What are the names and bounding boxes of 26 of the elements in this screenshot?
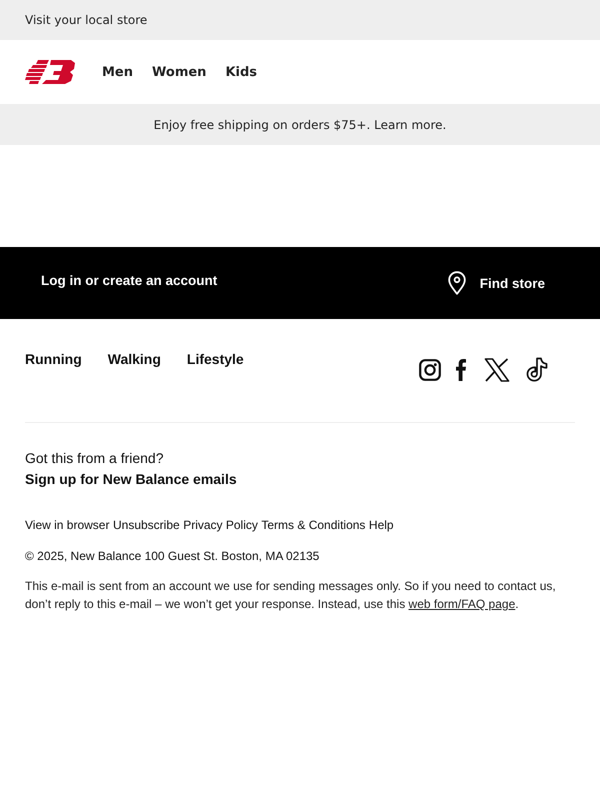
nav-link[interactable]: Kids — [225, 64, 258, 80]
map-pin-icon — [448, 271, 466, 295]
footer-link[interactable]: Help — [368, 517, 394, 533]
find-store-link[interactable]: Find store — [448, 271, 545, 295]
music-note-icon[interactable] — [526, 357, 548, 382]
faq-link[interactable]: web form/FAQ page — [408, 597, 516, 611]
store-link[interactable]: Visit your local store — [25, 13, 148, 27]
category-link[interactable]: Running — [25, 350, 82, 368]
nav-link[interactable]: Women — [152, 64, 206, 80]
disclaimer-text: This e-mail is sent from an account we use for sending messages only. So if you need to contact us, don’t reply to this e-mail – we won’t get your response. Instead, use this web form/FAQ page. — [25, 578, 557, 613]
camera-icon[interactable] — [419, 358, 441, 380]
category-link[interactable]: Lifestyle — [186, 350, 244, 368]
footer-link[interactable]: Terms & Conditions — [261, 517, 366, 533]
footer-link[interactable]: Unsubscribe — [112, 517, 180, 533]
login-link[interactable]: Log in or create an account — [41, 272, 218, 288]
footer-link[interactable]: Privacy Policy — [183, 517, 258, 533]
f-logo-icon[interactable] — [456, 358, 466, 381]
x-logo-icon[interactable] — [484, 358, 510, 382]
signup-link[interactable]: Sign up for New Balance emails — [25, 469, 575, 490]
category-link[interactable]: Walking — [108, 350, 161, 368]
footer-link[interactable]: View in browser — [25, 517, 110, 533]
referral-question: Got this from a friend? — [25, 449, 165, 468]
nav-link[interactable]: Men — [102, 64, 134, 80]
logo-icon[interactable] — [25, 60, 75, 84]
shipping-message[interactable]: Enjoy free shipping on orders $75+. Learn more. — [154, 118, 446, 132]
copyright-text: © 2025, New Balance 100 Guest St. Boston, MA 02135 — [25, 548, 320, 564]
